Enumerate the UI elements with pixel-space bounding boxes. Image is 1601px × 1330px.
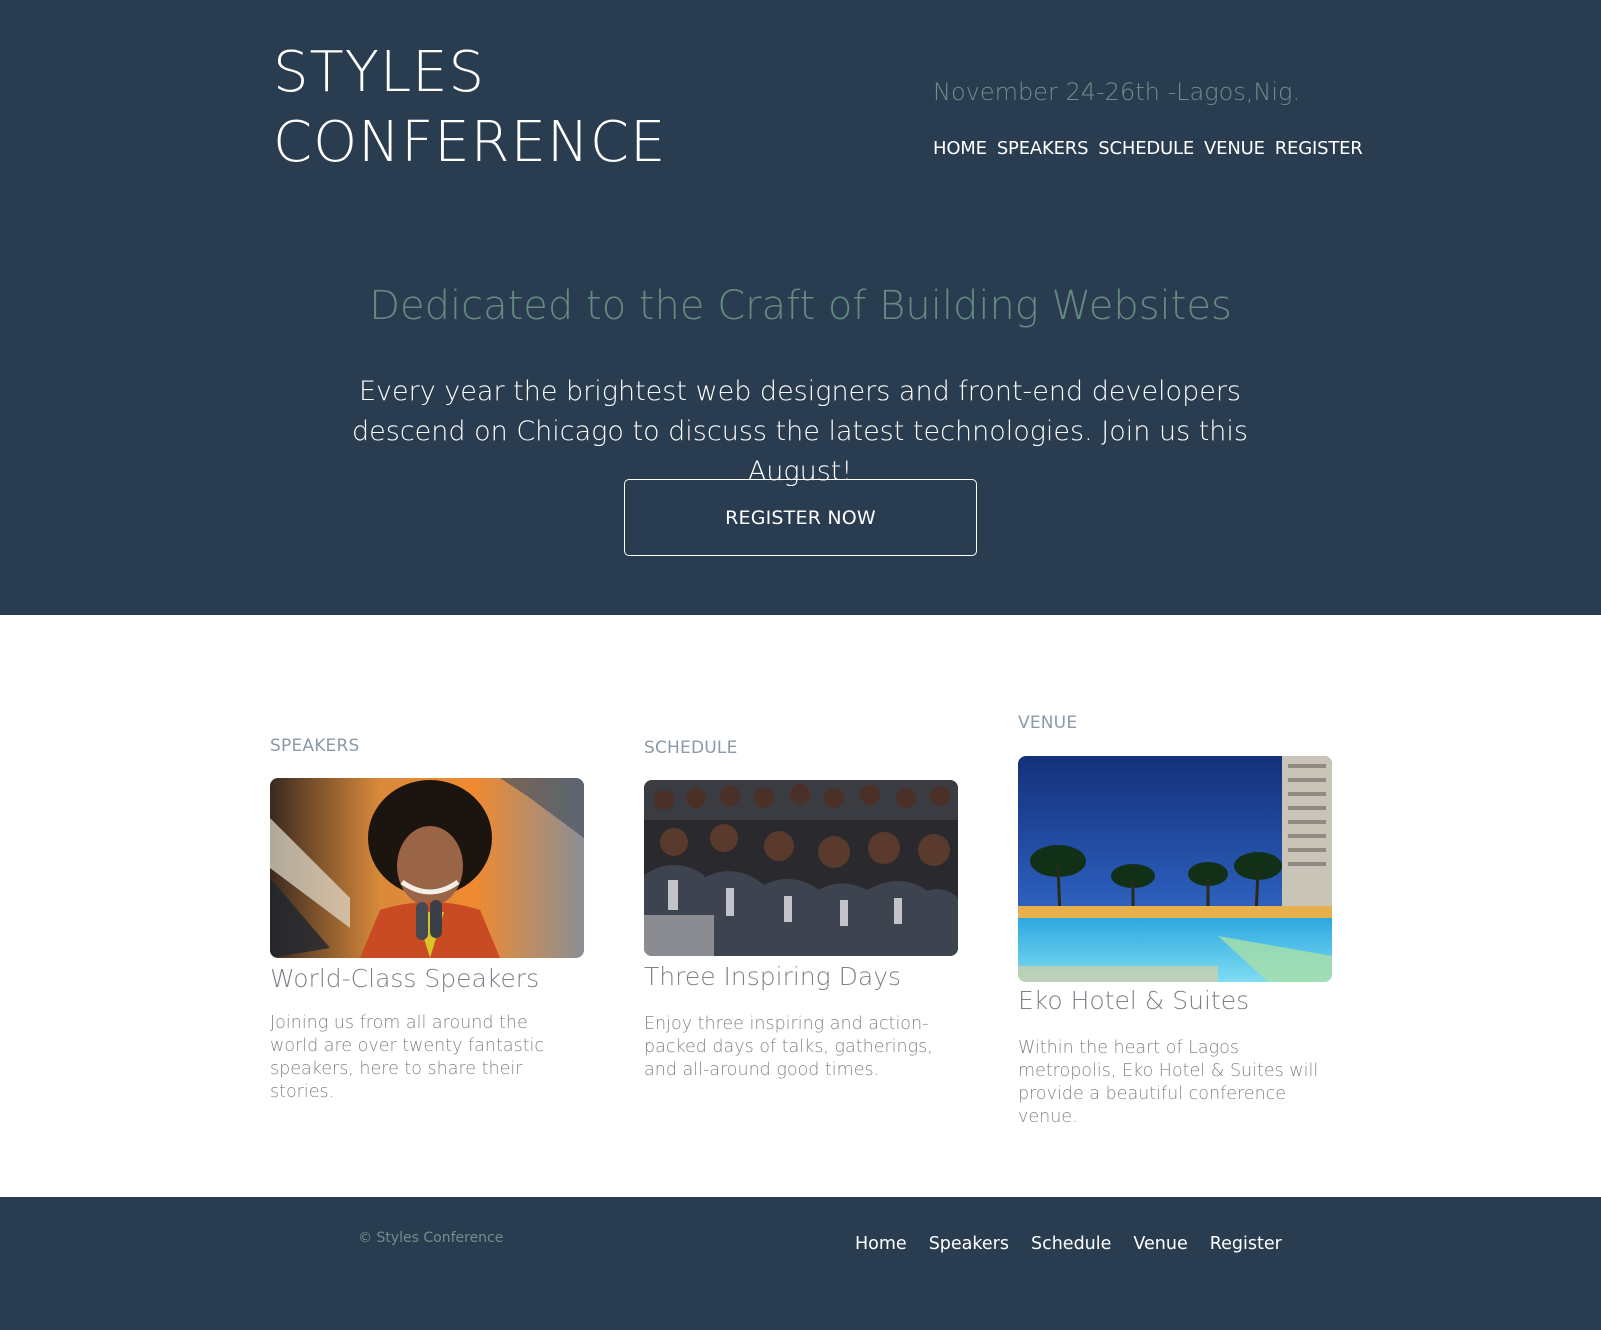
- footer-nav-schedule[interactable]: Schedule: [1031, 1234, 1111, 1254]
- footer-nav-venue[interactable]: Venue: [1133, 1234, 1187, 1254]
- section-text-speakers: Joining us from all around the world are…: [270, 1013, 545, 1102]
- speakers-column: SPEAKERS World-Class Speakers Joining us…: [270, 736, 584, 1102]
- register-now-button[interactable]: REGISTER NOW: [624, 479, 977, 556]
- venue-photo: [1018, 756, 1332, 982]
- nav-venue[interactable]: VENUE: [1204, 138, 1265, 159]
- schedule-column: SCHEDULE Three Inspiring Days Enjoy thre…: [644, 738, 958, 1080]
- footer-nav-register[interactable]: Register: [1210, 1234, 1282, 1254]
- logo-line-2: CONFERENCE: [273, 110, 667, 175]
- footer-nav-speakers[interactable]: Speakers: [929, 1234, 1009, 1254]
- hero-title: Dedicated to the Craft of Building Websi…: [369, 283, 1232, 329]
- venue-column: VENUE Eko Hotel & Suites Within the hear…: [1018, 713, 1332, 1127]
- primary-nav: HOME SPEAKERS SCHEDULE VENUE REGISTER: [933, 138, 1363, 159]
- event-date-location: November 24-26th -Lagos,Nig.: [933, 78, 1301, 106]
- section-label-venue: VENUE: [1018, 713, 1078, 733]
- nav-home[interactable]: HOME: [933, 138, 987, 159]
- site-logo[interactable]: STYLES CONFERENCE: [273, 38, 666, 178]
- section-title-venue: Eko Hotel & Suites: [1018, 986, 1250, 1015]
- nav-register[interactable]: REGISTER: [1275, 138, 1363, 159]
- section-label-schedule: SCHEDULE: [644, 738, 738, 758]
- footer-nav-home[interactable]: Home: [855, 1234, 907, 1254]
- copyright-text: © Styles Conference: [358, 1230, 504, 1246]
- audience-photo: [644, 780, 958, 956]
- section-label-speakers: SPEAKERS: [270, 736, 360, 756]
- logo-line-1: STYLES: [273, 40, 486, 105]
- section-text-venue: Within the heart of Lagos metropolis, Ek…: [1018, 1038, 1319, 1127]
- footer-nav: Home Speakers Schedule Venue Register: [855, 1234, 1282, 1254]
- section-text-schedule: Enjoy three inspiring and action-packed …: [644, 1014, 933, 1080]
- nav-speakers[interactable]: SPEAKERS: [997, 138, 1089, 159]
- speaker-photo: [270, 778, 584, 958]
- section-title-schedule: Three Inspiring Days: [644, 962, 902, 991]
- nav-schedule[interactable]: SCHEDULE: [1098, 138, 1194, 159]
- section-title-speakers: World-Class Speakers: [270, 964, 540, 993]
- hero-section: STYLES CONFERENCE November 24-26th -Lago…: [0, 0, 1601, 615]
- hero-description: Every year the brightest web designers a…: [352, 376, 1248, 487]
- site-footer: © Styles Conference Home Speakers Schedu…: [0, 1197, 1601, 1330]
